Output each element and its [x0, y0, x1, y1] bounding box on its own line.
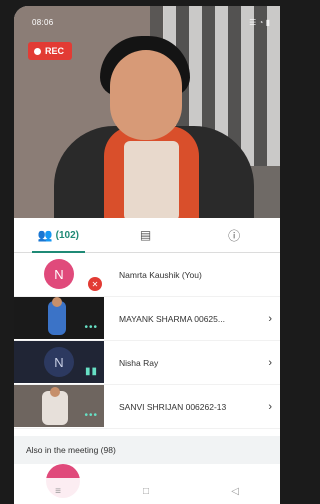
- main-video[interactable]: 08:06 ☰ ◔ ▮ REC: [14, 6, 280, 218]
- avatar: N: [44, 347, 74, 377]
- participant-row[interactable]: ••• SANVI SHRIJAN 006262-13 ›: [14, 385, 280, 429]
- participant-name: SANVI SHRIJAN 006262-13: [119, 401, 227, 412]
- people-count: (102): [55, 229, 79, 241]
- chat-icon: ▤: [139, 228, 152, 242]
- participant-name: MAYANK SHARMA 00625...: [119, 313, 225, 324]
- chevron-right-icon[interactable]: ›: [268, 341, 272, 384]
- participant-name: Nisha Ray: [119, 357, 159, 368]
- audio-level-icon: •••: [84, 322, 98, 333]
- info-icon: ⓘ: [228, 228, 241, 243]
- status-time: 08:06: [32, 18, 54, 27]
- chevron-right-icon[interactable]: ›: [268, 385, 272, 428]
- participant-name: Namrta Kaushik (You): [119, 269, 202, 280]
- participant-video-thumbnail: •••: [14, 297, 104, 339]
- section-header: Also in the meeting (98): [14, 436, 280, 464]
- audio-level-icon: ▮▮: [84, 366, 98, 377]
- meeting-tabs: 👥 (102) ▤ ⓘ: [14, 218, 280, 253]
- chevron-right-icon[interactable]: ›: [268, 297, 272, 340]
- audio-level-icon: •••: [84, 410, 98, 421]
- tab-people[interactable]: 👥 (102): [14, 218, 103, 253]
- participant-row[interactable]: ••• MAYANK SHARMA 00625... ›: [14, 297, 280, 341]
- status-icons: ☰ ◔ ▮: [249, 18, 270, 27]
- participant-row-self[interactable]: N ✕ Namrta Kaushik (You): [14, 253, 280, 297]
- recording-badge: REC: [28, 42, 73, 60]
- system-nav-bar: ≡ □ ◁: [14, 478, 280, 504]
- back-icon[interactable]: ◁: [231, 486, 239, 497]
- participant-row[interactable]: N ▮▮ Nisha Ray ›: [14, 341, 280, 385]
- person-top: [124, 141, 179, 218]
- participant-video-thumbnail: •••: [14, 385, 104, 427]
- people-icon: 👥: [37, 228, 53, 242]
- participant-video-thumbnail: N ▮▮: [14, 341, 104, 383]
- recording-label: REC: [45, 46, 65, 56]
- home-icon[interactable]: □: [143, 486, 149, 497]
- tab-info[interactable]: ⓘ: [191, 218, 280, 252]
- participant-list: N ✕ Namrta Kaushik (You) ••• MAYANK SHAR…: [14, 253, 280, 429]
- avatar: N: [44, 259, 74, 289]
- person-face: [110, 50, 182, 140]
- meet-screen: 08:06 ☰ ◔ ▮ REC 👥 (102) ▤ ⓘ N ✕ Namrta K…: [14, 6, 280, 504]
- tab-chat[interactable]: ▤: [103, 218, 192, 252]
- record-dot-icon: [34, 47, 41, 55]
- menu-icon[interactable]: ≡: [55, 486, 61, 497]
- mic-off-icon: ✕: [88, 277, 102, 291]
